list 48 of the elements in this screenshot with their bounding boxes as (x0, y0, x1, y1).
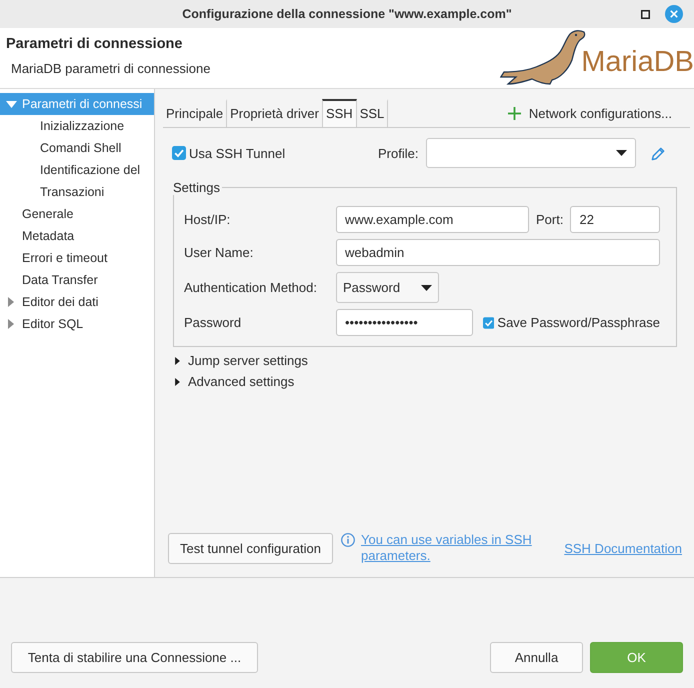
dialog-button[interactable]: Annulla (490, 642, 583, 673)
checkbox[interactable] (483, 316, 494, 330)
pencil-icon[interactable] (651, 146, 666, 160)
tree-item[interactable]: Identificazione del (0, 159, 154, 181)
port-field[interactable]: 22 (570, 206, 660, 233)
group-title: Settings (173, 180, 221, 195)
auth-method-dropdown[interactable]: Password (336, 272, 439, 303)
tab[interactable]: SSL (356, 99, 388, 127)
network-configurations-button[interactable]: Network configurations... (508, 100, 672, 127)
checkbox-label: Save Password/Passphrase (497, 315, 660, 330)
checkbox[interactable] (172, 146, 186, 160)
user-name-field[interactable]: webadmin (336, 239, 660, 266)
tree-item[interactable]: Errori e timeout (0, 247, 154, 269)
logo-text: MariaDB (581, 47, 694, 77)
tab[interactable]: Principale (163, 99, 228, 127)
field-label: Port: (536, 212, 564, 227)
section-toggle[interactable]: Jump server settings (175, 350, 308, 371)
tree-item[interactable]: Metadata (0, 225, 154, 247)
triangle-icon[interactable] (175, 356, 180, 364)
maximize-icon[interactable] (641, 10, 650, 18)
tree-item[interactable]: Generale (0, 203, 154, 225)
tree-item[interactable]: Editor SQL (0, 313, 154, 335)
close-icon[interactable] (665, 5, 683, 23)
tree-item[interactable]: Inizializzazione (0, 115, 154, 137)
tab[interactable]: SSH (322, 99, 357, 127)
dialog-button[interactable]: Tenta di stabilire una Connessione ... (11, 642, 258, 673)
field-label: Host/IP: (184, 212, 232, 227)
caret-icon[interactable] (616, 150, 628, 156)
window-title: Configurazione della connessione "www.example.com" (182, 7, 512, 21)
field-label: User Name: (184, 245, 254, 260)
field-label: Authentication Method: (184, 280, 318, 295)
tree-item[interactable]: Transazioni (0, 181, 154, 203)
page-title: Parametri di connessione (6, 35, 182, 53)
caret-icon[interactable] (421, 284, 432, 290)
host-field[interactable]: www.example.com (336, 206, 529, 233)
tree-item[interactable]: Data Transfer (0, 269, 154, 291)
tree-item[interactable]: Comandi Shell (0, 137, 154, 159)
plus-icon[interactable] (508, 107, 521, 120)
section-toggle[interactable]: Advanced settings (175, 371, 294, 392)
field-label: Profile: (378, 146, 418, 160)
page-subtitle: MariaDB parametri di connessione (11, 60, 210, 78)
info-icon[interactable] (341, 533, 355, 547)
test-tunnel-button[interactable]: Test tunnel configuration (168, 532, 333, 564)
checkbox-label: Usa SSH Tunnel (189, 146, 286, 160)
tree-item[interactable]: Editor dei dati (0, 291, 154, 313)
password-field[interactable]: •••••••••••••••• (336, 309, 473, 336)
field-label: Password (184, 315, 242, 330)
triangle-icon[interactable] (175, 378, 180, 386)
